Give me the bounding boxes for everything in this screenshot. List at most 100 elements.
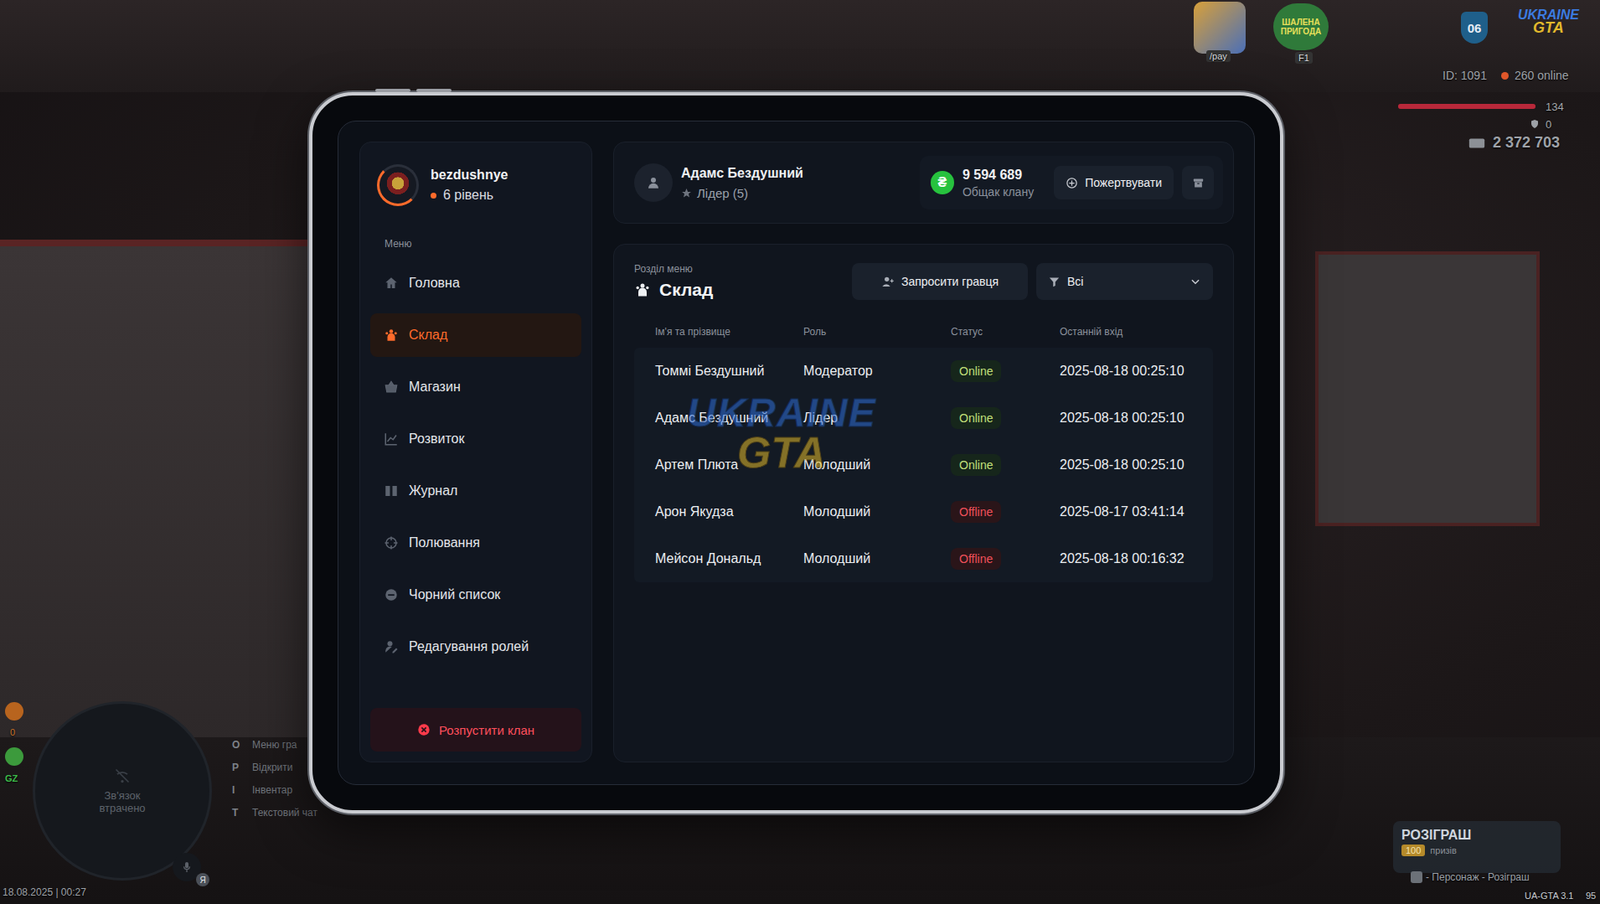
sidebar-item-label: Склад <box>408 327 448 343</box>
tablet-screen: bezdushnye6 рівеньМенюГоловнаСкладМагази… <box>337 120 1255 785</box>
filter-label: Всі <box>1067 274 1084 289</box>
sidebar-item[interactable]: Склад <box>370 313 582 357</box>
tablet-button <box>416 88 452 93</box>
column-header: Ім'я та прізвище <box>655 325 804 338</box>
donate-button[interactable]: Пожертвувати <box>1053 165 1174 200</box>
table-row[interactable]: Томмі БездушнийМодераторOnline2025-08-18… <box>634 347 1213 395</box>
logo-top: UKRAINE <box>1517 8 1580 21</box>
disband-label: Розпустити клан <box>438 722 535 738</box>
armor-value: 0 <box>1545 118 1552 131</box>
main-column: Адамс БездушнийЛідер (5)₴9 594 689Общак … <box>613 141 1234 763</box>
status-text: Online <box>959 411 993 425</box>
sidebar-item[interactable]: Журнал <box>370 469 582 513</box>
filter-icon <box>1047 275 1061 289</box>
table-row[interactable]: Адамс БездушнийЛідерOnline2025-08-18 00:… <box>634 394 1213 442</box>
sidebar-item[interactable]: Головна <box>370 261 582 305</box>
member-role: Лідер (5) <box>681 185 804 201</box>
level-text: 6 рівень <box>443 187 494 203</box>
member-cell: Артем Плюта <box>655 457 804 473</box>
member-cell: Томмі Бездушний <box>655 363 804 379</box>
online-count: 260 online <box>1514 68 1570 83</box>
balance-label: Общак клану <box>962 185 1034 199</box>
table-row[interactable]: Мейсон ДональдМолодшийOffline2025-08-18 … <box>634 535 1213 583</box>
status-cell: Offline <box>950 500 1060 523</box>
clan-balance: ₴9 594 689Общак клануПожертвувати <box>919 155 1224 210</box>
status-badge: Online <box>950 360 1002 382</box>
hint-label: Відкрити <box>252 761 294 774</box>
clan-avatar <box>376 164 419 207</box>
key-hint: IІнвентар <box>232 784 318 796</box>
close-circle-icon <box>417 722 431 737</box>
status-cell: Online <box>950 407 1060 429</box>
money-value: 2 372 703 <box>1492 134 1560 152</box>
watermark-top: UKRAINE <box>686 393 877 433</box>
profile-level: 6 рівень <box>430 187 508 203</box>
health-bar <box>1398 103 1536 109</box>
last-login-cell: 2025-08-17 03:41:14 <box>1059 504 1213 520</box>
money-icon <box>1467 134 1487 153</box>
role-cell: Молодший <box>803 551 951 567</box>
menu-2-icon <box>383 379 399 395</box>
status-cell: Offline <box>950 547 1060 570</box>
add-user-icon <box>881 274 895 289</box>
sidebar-item-label: Чорний список <box>408 587 501 603</box>
profile-name: bezdushnye <box>430 167 508 183</box>
status-badge: Online <box>950 454 1002 476</box>
role-cell: Лідер <box>803 410 951 426</box>
pay-badge[interactable] <box>1193 1 1246 54</box>
chevron-down-icon <box>1189 275 1202 288</box>
hint-key: T <box>232 806 241 819</box>
scene-block <box>0 0 1600 93</box>
member-info: Адамс Бездушний Лідер (5) <box>681 165 804 201</box>
sidebar-item[interactable]: Полювання <box>370 521 582 565</box>
sidebar-item[interactable]: Розвиток <box>370 417 582 461</box>
scene-block <box>0 242 319 746</box>
invite-button[interactable]: Запросити гравця <box>851 263 1028 300</box>
sidebar-item[interactable]: Редагування ролей <box>370 624 582 669</box>
giveaway-sub: призів <box>1429 845 1457 856</box>
last-login-cell: 2025-08-18 00:16:32 <box>1059 551 1213 567</box>
menu-7-icon <box>383 639 399 655</box>
sidebar-item-label: Редагування ролей <box>408 639 529 655</box>
archive-button[interactable] <box>1181 165 1214 200</box>
no-signal-icon <box>113 767 131 785</box>
status-text: Offline <box>959 505 993 519</box>
sidebar-item-label: Магазин <box>408 379 461 395</box>
hint-label: Текстовий чат <box>252 806 318 819</box>
health-value: 134 <box>1545 100 1564 114</box>
player-id: ID: 1091 <box>1442 68 1487 83</box>
archive-icon <box>1192 176 1205 190</box>
column-header: Статус <box>950 325 1060 338</box>
donate-label: Пожертвувати <box>1084 175 1162 190</box>
people-icon <box>634 281 651 299</box>
watermark-bottom: GTA <box>686 432 877 474</box>
logo-bottom: GTA <box>1517 20 1580 36</box>
sidebar-item[interactable]: Магазин <box>370 365 582 409</box>
hint-key: O <box>232 738 241 751</box>
section-heading: Розділ менюСклад <box>634 263 713 300</box>
key-hints: OМеню граPВідкритиIІнвентарTТекстовий ча… <box>232 738 318 819</box>
section-card: Розділ менюСклад Запросити гравця Всі Ім'я … <box>613 243 1234 763</box>
zone-label: GZ <box>5 773 18 784</box>
profile-info: bezdushnye 6 рівень <box>430 167 508 203</box>
event-key: F1 <box>1295 51 1313 64</box>
column-header: Роль <box>803 325 951 338</box>
member-name: Адамс Бездушний <box>681 165 804 181</box>
status-text: Offline <box>959 552 993 566</box>
datetime: 18.08.2025 | 00:27 <box>2 886 87 899</box>
giveaway-line: 100призів <box>1401 844 1553 857</box>
table-row[interactable]: Артем ПлютаМолодшийOnline2025-08-18 00:2… <box>634 441 1213 489</box>
section-title: Склад <box>634 279 713 300</box>
filter-dropdown[interactable]: Всі <box>1036 263 1213 300</box>
status-badge: Offline <box>950 500 1002 523</box>
event-badge[interactable]: ШАЛЕНА ПРИГОДА <box>1273 3 1329 51</box>
sidebar-item[interactable]: Чорний список <box>370 572 582 617</box>
giveaway-hint: - Персонаж - Розіграш <box>1425 871 1530 883</box>
menu-5-icon <box>383 535 399 551</box>
table-row[interactable]: Арон ЯкудзаМолодшийOffline2025-08-17 03:… <box>634 488 1213 536</box>
disband-button[interactable]: Розпустити клан <box>370 707 582 752</box>
menu-6-icon <box>383 587 399 603</box>
microphone-icon <box>180 860 194 874</box>
star-icon <box>681 187 692 199</box>
giveaway-panel[interactable]: РОЗІГРАШ100призів <box>1393 820 1561 873</box>
